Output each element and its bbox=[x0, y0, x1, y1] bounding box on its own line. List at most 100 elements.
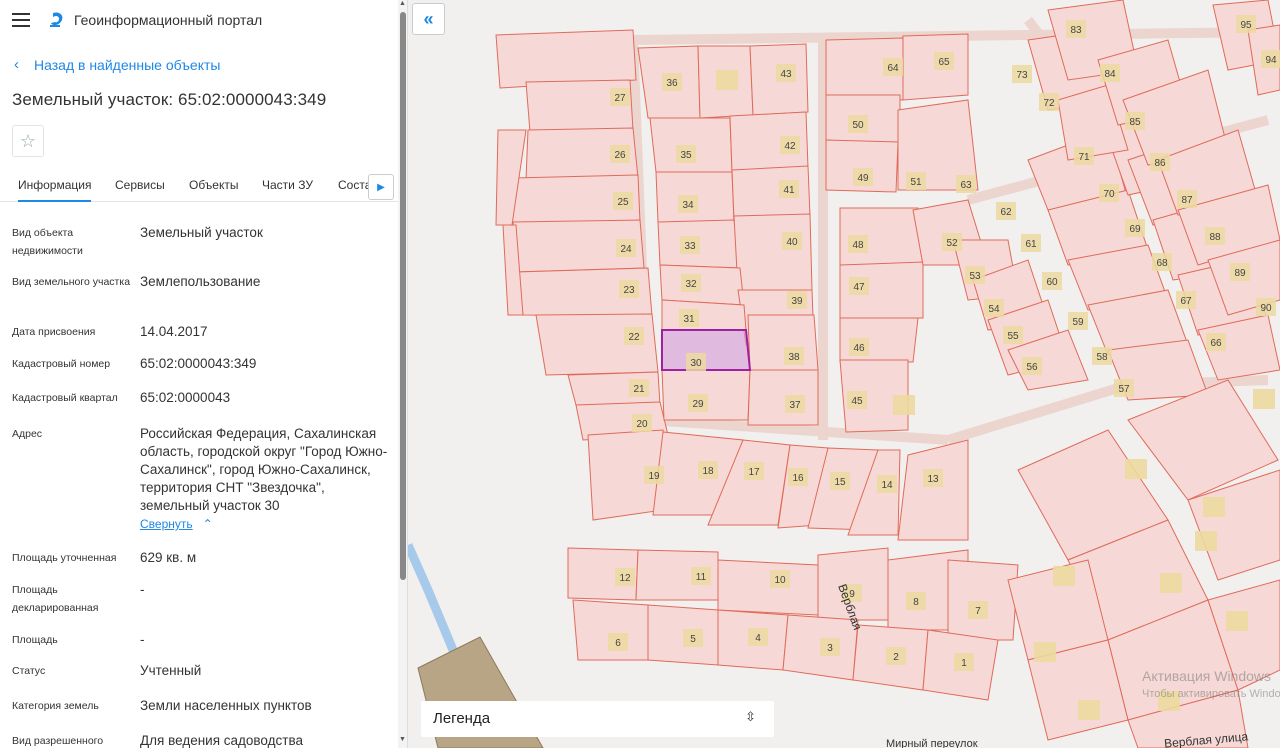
chevron-up-icon: ⌃ bbox=[195, 517, 213, 531]
parcel-number-label: 65 bbox=[938, 57, 950, 68]
parcel-number-label: 3 bbox=[827, 643, 833, 654]
parcel-number-label: 69 bbox=[1129, 224, 1141, 235]
app-title: Геоинформационный портал bbox=[74, 12, 263, 28]
parcel-number-label: 39 bbox=[791, 296, 803, 307]
address-collapse-link[interactable]: Свернуть ⌃ bbox=[140, 517, 213, 531]
info-value: Земли населенных пунктов bbox=[140, 698, 312, 713]
legend-select[interactable]: Легенда ⇳ bbox=[421, 701, 774, 737]
info-label: Дата присвоения bbox=[12, 326, 96, 338]
parcel-number-label: 89 bbox=[1234, 268, 1246, 279]
land-parcel[interactable] bbox=[733, 213, 813, 291]
info-value: 65:02:0000043 bbox=[140, 390, 231, 405]
cadastral-map[interactable]: 1 2 3 4 5 6 7 8 9 10 11 12 13 14 15 16 17 18 19 20 21 22 23 24 2… bbox=[408, 0, 1280, 748]
parcel-number-label: 24 bbox=[620, 244, 632, 255]
parcel-number-label: 2 bbox=[893, 652, 899, 663]
land-parcel[interactable] bbox=[495, 29, 637, 89]
parcel-number-label: 35 bbox=[680, 150, 692, 161]
parcel-number-label: 43 bbox=[780, 69, 792, 80]
parcel-number-label: 71 bbox=[1078, 152, 1090, 163]
parcel-number-label: 72 bbox=[1043, 98, 1055, 109]
favorite-star-button[interactable]: ☆ bbox=[12, 125, 44, 157]
back-to-results-link[interactable]: ‹ Назад в найденные объекты bbox=[14, 56, 220, 73]
parcel-number-label: 64 bbox=[887, 63, 899, 74]
parcel-number-label: 18 bbox=[702, 466, 714, 477]
tab-parts[interactable]: Части ЗУ bbox=[262, 178, 313, 192]
parcel-marker bbox=[1034, 642, 1056, 662]
info-value: Землепользование bbox=[140, 274, 261, 289]
parcel-number-label: 51 bbox=[910, 177, 922, 188]
scroll-up-icon[interactable]: ▲ bbox=[399, 0, 406, 7]
parcel-number-label: 59 bbox=[1072, 317, 1084, 328]
parcel-number-label: 55 bbox=[1007, 331, 1019, 342]
scrollbar-thumb[interactable] bbox=[400, 12, 406, 580]
info-label: Площадь bbox=[12, 634, 58, 646]
land-parcel[interactable] bbox=[659, 264, 745, 306]
parcel-number-label: 31 bbox=[683, 314, 695, 325]
parcel-number-label: 22 bbox=[628, 332, 640, 343]
collapse-panel-button[interactable]: « bbox=[412, 3, 445, 35]
parcel-number-label: 41 bbox=[783, 185, 795, 196]
parcel-number-label: 63 bbox=[960, 180, 972, 191]
info-label: Статус bbox=[12, 665, 46, 677]
menu-icon[interactable] bbox=[12, 13, 30, 27]
parcel-number-label: 52 bbox=[946, 238, 958, 249]
page-title: Земельный участок: 65:02:0000043:349 bbox=[12, 90, 327, 109]
portal-logo-icon bbox=[50, 12, 63, 27]
parcel-number-label: 60 bbox=[1046, 277, 1058, 288]
parcel-number-label: 53 bbox=[969, 271, 981, 282]
land-parcel[interactable] bbox=[661, 299, 747, 331]
parcel-number-label: 61 bbox=[1025, 239, 1037, 250]
parcel-number-label: 14 bbox=[881, 480, 893, 491]
parcel-number-label: 95 bbox=[1240, 20, 1252, 31]
parcel-number-label: 26 bbox=[614, 150, 626, 161]
map-canvas[interactable]: 1234567891011121314151617181920212223242… bbox=[408, 0, 1280, 748]
info-value: 14.04.2017 bbox=[140, 324, 208, 339]
parcel-number-label: 70 bbox=[1103, 189, 1115, 200]
parcel-number-label: 85 bbox=[1129, 117, 1141, 128]
double-chevron-left-icon: « bbox=[423, 8, 434, 29]
parcel-number-label: 68 bbox=[1156, 258, 1168, 269]
parcel-number-label: 62 bbox=[1000, 207, 1012, 218]
parcel-number-label: 37 bbox=[789, 400, 801, 411]
legend-label: Легенда bbox=[433, 710, 491, 727]
parcel-marker bbox=[1226, 611, 1248, 631]
parcel-number-label: 23 bbox=[623, 285, 635, 296]
parcel-number-label: 36 bbox=[666, 78, 678, 89]
parcel-number-label: 56 bbox=[1026, 362, 1038, 373]
parcel-number-label: 84 bbox=[1104, 69, 1116, 80]
tab-objects[interactable]: Объекты bbox=[189, 178, 239, 192]
parcel-number-label: 50 bbox=[852, 120, 864, 131]
land-parcel[interactable] bbox=[897, 439, 969, 541]
tab-services[interactable]: Сервисы bbox=[115, 178, 165, 192]
parcel-number-label: 4 bbox=[755, 633, 761, 644]
back-link-label: Назад в найденные объекты bbox=[34, 56, 221, 73]
tab-composition[interactable]: Соста bbox=[338, 178, 371, 192]
parcel-number-label: 7 bbox=[975, 606, 981, 617]
info-label: Вид земельного участка bbox=[12, 276, 131, 288]
info-label: Вид разрешенного bbox=[12, 735, 104, 747]
land-parcel[interactable] bbox=[717, 559, 819, 616]
land-parcel[interactable] bbox=[747, 314, 819, 371]
panel-scrollbar[interactable]: ▲ ▼ bbox=[398, 0, 407, 748]
parcel-number-label: 38 bbox=[788, 352, 800, 363]
parcel-number-label: 40 bbox=[786, 237, 798, 248]
parcel-number-label: 48 bbox=[852, 240, 864, 251]
parcel-marker bbox=[1253, 389, 1275, 409]
land-parcel[interactable] bbox=[747, 369, 819, 426]
tabs-scroll-right-button[interactable]: ▶ bbox=[368, 174, 394, 200]
tab-info[interactable]: Информация bbox=[18, 178, 92, 202]
info-label: Кадастровый номер bbox=[12, 358, 111, 370]
scroll-down-icon[interactable]: ▼ bbox=[399, 736, 406, 743]
parcel-marker bbox=[716, 70, 738, 90]
parcel-number-label: 34 bbox=[682, 200, 694, 211]
windows-activation-watermark: Активация Windows bbox=[1142, 668, 1272, 684]
parcel-number-label: 27 bbox=[614, 93, 626, 104]
land-parcel[interactable] bbox=[947, 559, 1019, 641]
parcel-marker bbox=[1203, 497, 1225, 517]
sort-arrows-icon: ⇳ bbox=[745, 709, 756, 724]
info-value: 65:02:0000043:349 bbox=[140, 356, 257, 371]
parcel-number-label: 83 bbox=[1070, 25, 1082, 36]
info-value: Для ведения садоводства bbox=[140, 733, 303, 748]
parcel-number-label: 87 bbox=[1181, 195, 1193, 206]
parcel-number-label: 17 bbox=[748, 467, 760, 478]
